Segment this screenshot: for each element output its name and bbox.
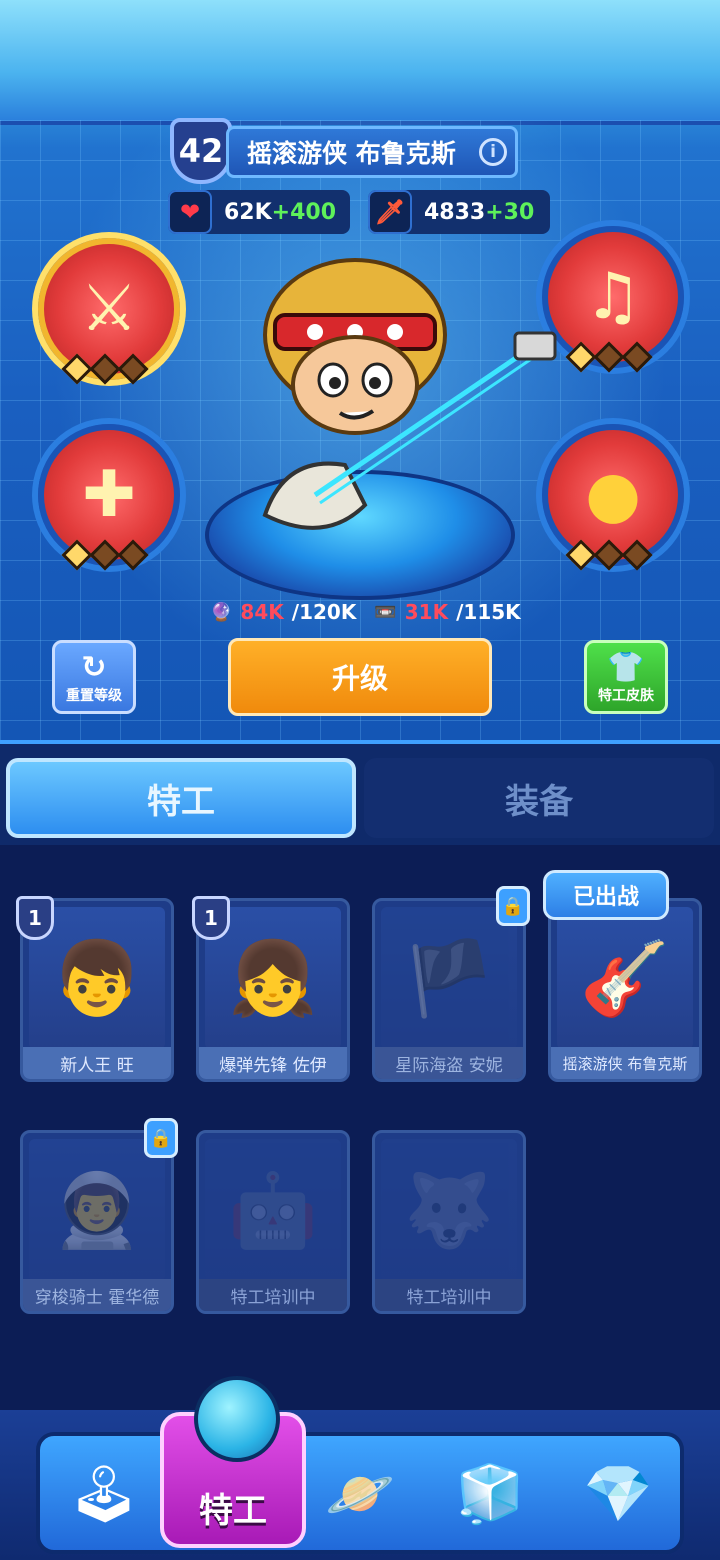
deployed-badge: 已出战	[543, 870, 669, 920]
hp-stat: ❤ 62K +400	[168, 190, 350, 234]
agent-name: 摇滚游侠 布鲁克斯	[551, 1047, 699, 1079]
sword-skill-icon: ⚔	[80, 272, 138, 346]
music-note-skill-icon: ♫	[584, 260, 642, 334]
tape-current: 31K	[404, 600, 449, 624]
agent-level-badge: 1	[192, 896, 230, 940]
skill-rank	[565, 341, 653, 373]
hp-bonus: +400	[271, 199, 337, 225]
lock-icon: 🔒	[144, 1118, 178, 1158]
gold-orb-skill-icon: ●	[585, 458, 641, 532]
hero-portrait-rocker	[262, 258, 557, 530]
exp-icon: 🔮	[210, 601, 233, 623]
lock-icon: 🔒	[496, 886, 530, 926]
arcade-machine-icon[interactable]: 🕹	[56, 1446, 152, 1542]
cube-icon[interactable]: 🧊	[442, 1446, 538, 1542]
tab-equipment[interactable]: 装备	[364, 758, 714, 838]
crystal-skill-icon: ✚	[82, 458, 136, 532]
tab-agents[interactable]: 特工	[6, 758, 356, 838]
hero-name-bar: 摇滚游侠 布鲁克斯 i	[226, 126, 518, 178]
stage-ceiling	[0, 0, 720, 125]
attack-value: 4833	[424, 199, 486, 225]
refresh-icon: ↻	[81, 650, 107, 685]
shirt-icon: 👕	[607, 650, 645, 685]
reset-level-label: 重置等级	[66, 688, 122, 704]
attack-bonus: +30	[485, 199, 535, 225]
upgrade-button[interactable]: 升级	[228, 638, 492, 716]
skill-slot-crystal[interactable]: ✚	[38, 424, 180, 571]
agent-portrait: 🏴	[381, 907, 517, 1049]
agent-name: 星际海盗 安妮	[375, 1047, 523, 1079]
sword-icon: 🗡	[368, 190, 412, 234]
skill-slot-sword[interactable]: ⚔	[38, 238, 180, 385]
agent-card[interactable]: 🐺 特工培训中	[372, 1130, 526, 1314]
agent-portrait: 🎸	[557, 907, 693, 1049]
agent-helmet-icon	[194, 1376, 280, 1462]
agent-skin-label: 特工皮肤	[598, 688, 654, 704]
agent-name: 特工培训中	[199, 1279, 347, 1311]
reset-level-button[interactable]: ↻ 重置等级	[52, 640, 136, 714]
agent-portrait: 👨‍🚀	[29, 1139, 165, 1281]
tab-bar: 特工 装备	[0, 740, 720, 845]
skill-rank	[61, 539, 149, 571]
agent-portrait: 🤖	[205, 1139, 341, 1281]
agent-portrait: 🐺	[381, 1139, 517, 1281]
agent-card-selected[interactable]: 🎸 摇滚游侠 布鲁克斯	[548, 898, 702, 1082]
heart-icon: ❤	[168, 190, 212, 234]
agent-name: 新人王 旺	[23, 1047, 171, 1079]
exp-current: 84K	[240, 600, 284, 624]
agent-name: 特工培训中	[375, 1279, 523, 1311]
attack-stat: 🗡 4833 +30	[368, 190, 550, 234]
agent-skin-button[interactable]: 👕 特工皮肤	[584, 640, 668, 714]
skill-rank	[61, 353, 149, 385]
planet-icon[interactable]: 🪐	[312, 1446, 408, 1542]
nav-agents-label: 特工	[199, 1491, 267, 1531]
bottom-nav: 🕹 🪐 🧊 💎	[0, 1410, 720, 1560]
exp-row: 🔮 84K/120K 📼 31K/115K	[210, 600, 521, 624]
tape-icon: 📼	[374, 601, 397, 623]
gem-frame-icon[interactable]: 💎	[570, 1446, 666, 1542]
agent-card[interactable]: 🤖 特工培训中	[196, 1130, 350, 1314]
agent-name: 穿梭骑士 霍华德	[23, 1279, 171, 1311]
skill-rank	[565, 539, 653, 571]
hp-value: 62K	[224, 199, 272, 225]
tape-max: /115K	[456, 600, 521, 624]
nav-agents-active[interactable]: 特工	[160, 1376, 306, 1548]
hero-name: 摇滚游侠 布鲁克斯	[247, 139, 456, 168]
exp-max: /120K	[291, 600, 357, 624]
hero-level-badge: 42	[170, 118, 232, 184]
agent-level-badge: 1	[16, 896, 54, 940]
agent-name: 爆弹先锋 佐伊	[199, 1047, 347, 1079]
info-icon[interactable]: i	[479, 138, 507, 166]
